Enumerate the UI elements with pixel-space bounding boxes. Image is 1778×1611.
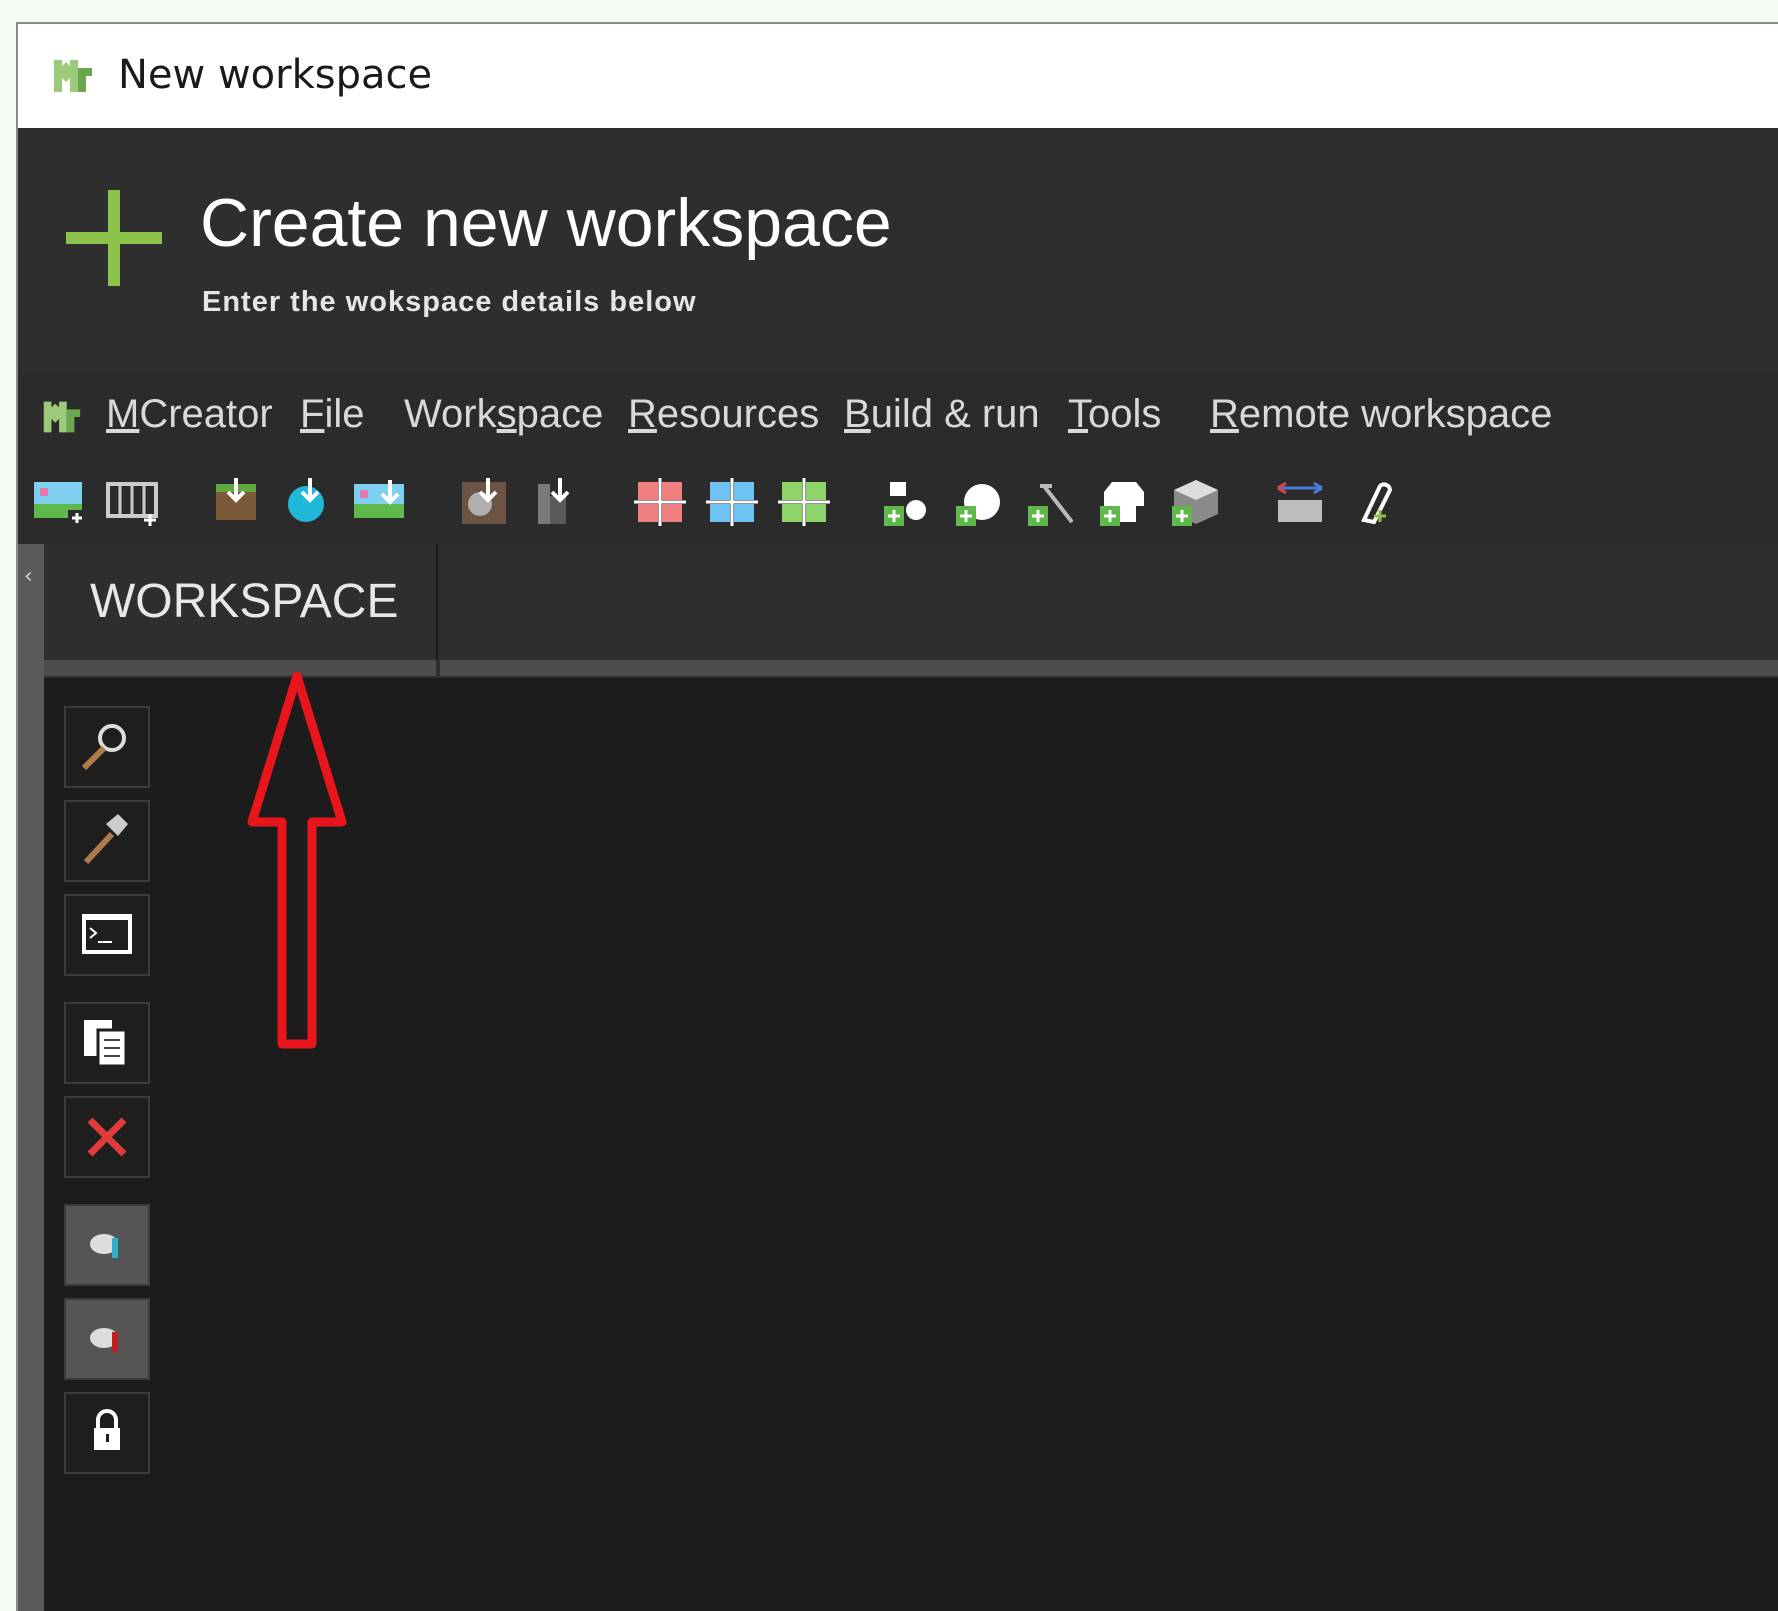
image-import-icon[interactable]	[352, 476, 408, 528]
duplicate-button[interactable]	[64, 1002, 150, 1084]
console-button[interactable]	[64, 894, 150, 976]
tool-import-icon[interactable]	[528, 476, 584, 528]
menu-remote-workspace[interactable]: Remote workspace	[1210, 392, 1552, 437]
tab-bar-divider	[440, 660, 1778, 676]
block-import-icon[interactable]	[208, 476, 264, 528]
plus-icon	[66, 190, 162, 286]
menu-mcreator[interactable]: MCreator	[106, 392, 273, 437]
lock-blue-button[interactable]	[64, 1204, 150, 1286]
search-button[interactable]	[64, 706, 150, 788]
menu-workspace[interactable]: Workspace	[404, 392, 603, 437]
dialog-title: Create new workspace	[200, 185, 892, 261]
dialog-header: Create new workspace Enter the wokspace …	[18, 128, 1778, 374]
main-toolbar	[18, 460, 1778, 544]
app-window: New workspace Create new workspace Enter…	[16, 22, 1778, 1611]
animation-add-icon[interactable]	[104, 476, 160, 528]
build-icon	[83, 814, 128, 865]
menu-resources[interactable]: Resources	[628, 392, 819, 437]
menu-bar: MCreator File Workspace Resources Build …	[18, 372, 1778, 460]
lock-red-icon	[90, 1328, 118, 1352]
lock-blue-icon	[90, 1234, 118, 1258]
search-icon	[81, 724, 126, 771]
entity-add-icon[interactable]	[952, 476, 1008, 528]
title-bar: New workspace	[18, 24, 1778, 129]
tab-workspace-underline	[44, 660, 436, 676]
menu-build-run[interactable]: Build & run	[844, 392, 1040, 437]
dialog-subtitle: Enter the wokspace details below	[202, 286, 697, 318]
delete-button[interactable]	[64, 1096, 150, 1178]
workspace-tab-bar: WORKSPACE	[44, 544, 1778, 678]
console-icon	[82, 914, 132, 954]
pin-icon[interactable]	[1344, 476, 1400, 528]
image-add-icon[interactable]	[32, 476, 88, 528]
tab-workspace-label: WORKSPACE	[90, 575, 399, 628]
left-collapse-strip[interactable]: ‹	[18, 544, 44, 1611]
red-grid-icon[interactable]	[632, 476, 688, 528]
tool-add-icon[interactable]	[1024, 476, 1080, 528]
lock-red-button[interactable]	[64, 1298, 150, 1380]
mcreator-logo-icon	[54, 60, 92, 92]
item-import-icon[interactable]	[280, 476, 336, 528]
collapse-arrow-icon[interactable]: ‹	[24, 564, 33, 589]
disc-import-icon[interactable]	[456, 476, 512, 528]
menu-file[interactable]: File	[300, 392, 364, 437]
build-button[interactable]	[64, 800, 150, 882]
lock-icon	[94, 1409, 120, 1450]
green-grid-icon[interactable]	[776, 476, 832, 528]
annotation-arrow-icon	[247, 671, 347, 1049]
duplicate-icon	[84, 1020, 128, 1068]
resize-icon[interactable]	[1272, 476, 1328, 528]
block-add-icon[interactable]	[1168, 476, 1224, 528]
window-title: New workspace	[118, 52, 433, 98]
mcreator-menu-logo-icon[interactable]	[38, 394, 84, 440]
delete-icon	[87, 1117, 127, 1157]
lock-button[interactable]	[64, 1392, 150, 1474]
blue-grid-icon[interactable]	[704, 476, 760, 528]
mob-add-icon[interactable]	[880, 476, 936, 528]
armor-add-icon[interactable]	[1096, 476, 1152, 528]
menu-tools[interactable]: Tools	[1068, 392, 1161, 437]
tab-workspace[interactable]: WORKSPACE	[44, 544, 438, 660]
